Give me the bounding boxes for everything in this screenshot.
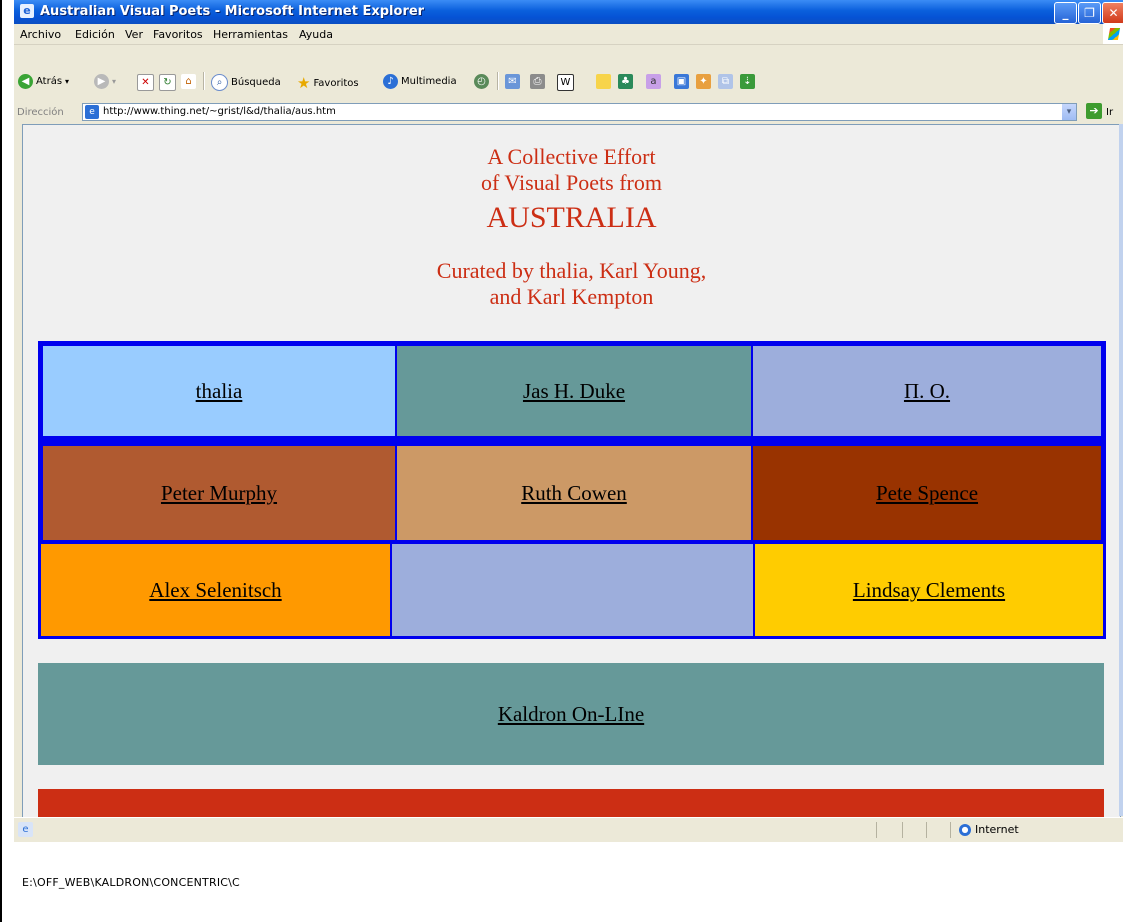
- poets-row-3: Alex Selenitsch Lindsay Clements: [38, 541, 1106, 639]
- status-panel: [926, 822, 927, 838]
- poet-link-thalia[interactable]: thalia: [196, 379, 243, 404]
- forward-dropdown-icon: ▾: [112, 77, 117, 86]
- heading-line-1: A Collective Effort: [487, 144, 656, 169]
- menu-bar: Archivo Edición Ver Favoritos Herramient…: [14, 24, 1123, 45]
- gift-icon[interactable]: ✦: [696, 74, 711, 89]
- poet-link-jas-duke[interactable]: Jas H. Duke: [523, 379, 625, 404]
- document-left-rule: [0, 0, 2, 922]
- poets-row-2: Peter Murphy Ruth Cowen Pete Spence: [38, 441, 1106, 545]
- history-icon[interactable]: ◴: [474, 74, 489, 89]
- minimize-button[interactable]: _: [1054, 2, 1077, 24]
- forward-button[interactable]: ▶ ▾: [94, 74, 116, 89]
- poets-row-1: thalia Jas H. Duke Π. O.: [38, 341, 1106, 441]
- menu-edicion[interactable]: Edición: [75, 28, 115, 41]
- address-label: Dirección: [17, 107, 64, 118]
- back-dropdown-icon: ▾: [65, 77, 70, 86]
- edit-word-icon[interactable]: W: [557, 74, 574, 91]
- status-bar: e ● Internet: [14, 817, 1123, 842]
- security-zone: ● Internet: [959, 823, 1019, 836]
- vertical-scrollbar[interactable]: [1119, 124, 1123, 816]
- windows-logo-icon: [1103, 24, 1123, 44]
- toolbar-separator: [203, 72, 205, 90]
- poet-cell-lindsay-clements: Lindsay Clements: [754, 543, 1104, 637]
- menu-ver[interactable]: Ver: [125, 28, 143, 41]
- status-panel: [876, 822, 877, 838]
- page-icon: e: [85, 105, 99, 119]
- poet-cell-pete-spence: Pete Spence: [752, 445, 1102, 541]
- close-button[interactable]: ✕: [1102, 2, 1123, 24]
- kaldron-link[interactable]: Kaldron On-LIne: [498, 702, 644, 727]
- favorites-star-icon: ★: [297, 74, 311, 92]
- download-icon[interactable]: ⇣: [740, 74, 755, 89]
- next-band: [38, 789, 1104, 817]
- address-input[interactable]: e http://www.thing.net/~grist/l&d/thalia…: [82, 103, 1077, 121]
- poet-link-alex-selenitsch[interactable]: Alex Selenitsch: [149, 578, 281, 603]
- menu-favoritos[interactable]: Favoritos: [153, 28, 203, 41]
- address-url: http://www.thing.net/~grist/l&d/thalia/a…: [103, 106, 336, 117]
- back-label: Atrás: [36, 76, 63, 87]
- media-label: Multimedia: [401, 76, 457, 87]
- search-icon: ⌕: [211, 74, 228, 91]
- page-status-icon: e: [18, 822, 33, 837]
- mail-icon[interactable]: ✉: [505, 74, 520, 89]
- back-arrow-icon: ◀: [18, 74, 33, 89]
- search-button[interactable]: ⌕ Búsqueda: [211, 74, 281, 91]
- back-button[interactable]: ◀ Atrás ▾: [18, 74, 69, 89]
- poet-cell-thalia: thalia: [42, 345, 396, 437]
- poet-cell-alex-selenitsch: Alex Selenitsch: [40, 543, 391, 637]
- ie-icon: e: [20, 4, 34, 18]
- favorites-button[interactable]: ★ Favoritos: [297, 74, 359, 92]
- media-icon: ♪: [383, 74, 398, 89]
- zone-label: Internet: [975, 823, 1019, 836]
- poet-cell-ruth-cowen: Ruth Cowen: [396, 445, 752, 541]
- title-bar: e Australian Visual Poets - Microsoft In…: [14, 0, 1123, 24]
- document-footer-path: E:\OFF_WEB\KALDRON\CONCENTRIC\C: [22, 876, 240, 889]
- favorites-label: Favoritos: [313, 77, 359, 89]
- menu-ayuda[interactable]: Ayuda: [299, 28, 333, 41]
- curators-line-1: Curated by thalia, Karl Young,: [436, 258, 707, 283]
- copy-icon[interactable]: ⧉: [718, 74, 733, 89]
- poet-link-ruth-cowen[interactable]: Ruth Cowen: [521, 481, 627, 506]
- kaldron-banner: Kaldron On-LIne: [38, 663, 1104, 765]
- messenger-icon[interactable]: ♣: [618, 74, 633, 89]
- poet-cell-jas-duke: Jas H. Duke: [396, 345, 752, 437]
- status-panel: [902, 822, 903, 838]
- toolbar-separator: [497, 72, 499, 90]
- poet-link-peter-murphy[interactable]: Peter Murphy: [161, 481, 277, 506]
- address-dropdown-icon[interactable]: ▾: [1062, 104, 1076, 120]
- print-icon[interactable]: ⎙: [530, 74, 545, 89]
- search-label: Búsqueda: [231, 77, 281, 88]
- poet-cell-pi-o: Π. O.: [752, 345, 1102, 437]
- go-label[interactable]: Ir: [1106, 107, 1113, 118]
- curators-line-2: and Karl Kempton: [489, 284, 654, 309]
- poet-link-pete-spence[interactable]: Pete Spence: [876, 481, 978, 506]
- poet-cell-peter-murphy: Peter Murphy: [42, 445, 396, 541]
- window-icon[interactable]: ▣: [674, 74, 689, 89]
- media-button[interactable]: ♪ Multimedia: [383, 74, 457, 89]
- note-icon[interactable]: [596, 74, 611, 89]
- standard-toolbar: ◀ Atrás ▾ ▶ ▾ ✕ ↻ ⌂ ⌕ Búsqueda ★ Favorit…: [14, 45, 1123, 99]
- empty-cell: [391, 543, 754, 637]
- status-panel: [950, 822, 951, 838]
- poet-link-pi-o[interactable]: Π. O.: [904, 379, 950, 404]
- poet-link-lindsay-clements[interactable]: Lindsay Clements: [853, 578, 1005, 603]
- maximize-button[interactable]: ❐: [1078, 2, 1101, 24]
- go-arrow-icon[interactable]: ➔: [1086, 103, 1102, 119]
- stop-icon[interactable]: ✕: [137, 74, 154, 91]
- window-title: Australian Visual Poets - Microsoft Inte…: [40, 4, 425, 19]
- refresh-icon[interactable]: ↻: [159, 74, 176, 91]
- browser-window: e Australian Visual Poets - Microsoft In…: [14, 0, 1123, 842]
- translate-icon[interactable]: a: [646, 74, 661, 89]
- home-icon[interactable]: ⌂: [181, 74, 196, 89]
- heading-line-2: of Visual Poets from: [481, 170, 662, 195]
- page-content: A Collective Effort of Visual Poets from…: [22, 124, 1121, 818]
- forward-arrow-icon: ▶: [94, 74, 109, 89]
- address-bar: Dirección e http://www.thing.net/~grist/…: [14, 102, 1123, 122]
- menu-herramientas[interactable]: Herramientas: [213, 28, 288, 41]
- heading-country: AUSTRALIA: [486, 201, 657, 234]
- globe-icon: ●: [959, 823, 971, 836]
- menu-archivo[interactable]: Archivo: [20, 28, 61, 41]
